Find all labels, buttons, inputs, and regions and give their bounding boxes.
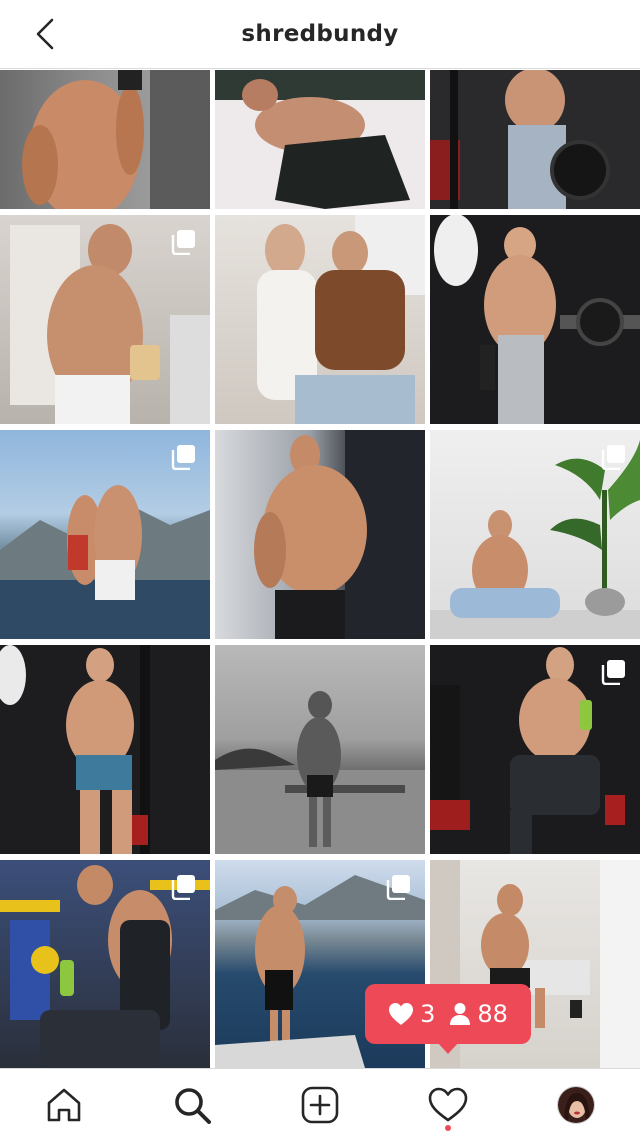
activity-heart-icon bbox=[428, 1087, 468, 1122]
person-icon bbox=[450, 1003, 471, 1025]
post-tile[interactable] bbox=[430, 215, 640, 424]
tab-home[interactable] bbox=[42, 1083, 86, 1127]
post-tile[interactable] bbox=[215, 430, 425, 639]
photo-mirror-selfie bbox=[22, 70, 210, 209]
post-tile[interactable] bbox=[215, 70, 425, 209]
photo-gym-shorts bbox=[0, 645, 150, 854]
post-tile[interactable] bbox=[215, 645, 425, 854]
likes-count: 3 bbox=[420, 1000, 436, 1028]
followers-count-group: 88 bbox=[449, 1000, 508, 1028]
activity-indicator-dot bbox=[445, 1125, 451, 1131]
chevron-left-icon bbox=[36, 18, 54, 50]
post-tile[interactable] bbox=[0, 215, 210, 424]
multiple-images-icon bbox=[171, 875, 195, 900]
tab-search[interactable] bbox=[170, 1083, 214, 1127]
post-tile[interactable] bbox=[430, 430, 640, 639]
multiple-images-icon bbox=[601, 660, 625, 685]
photo-locker-room bbox=[254, 430, 425, 639]
tab-activity[interactable] bbox=[426, 1083, 470, 1127]
top-bar: shredbundy bbox=[0, 0, 640, 69]
multiple-images-icon bbox=[386, 875, 410, 900]
post-tile[interactable] bbox=[0, 860, 210, 1068]
post-tile[interactable] bbox=[0, 430, 210, 639]
post-grid bbox=[0, 70, 640, 1068]
photo-lying-on-bed bbox=[215, 70, 425, 209]
activity-notification-bubble[interactable]: 3 88 bbox=[365, 984, 531, 1054]
tab-new-post[interactable] bbox=[298, 1083, 342, 1127]
avatar-image bbox=[558, 1087, 594, 1123]
back-button[interactable] bbox=[28, 16, 62, 52]
post-tile[interactable] bbox=[0, 645, 210, 854]
profile-avatar bbox=[557, 1086, 595, 1124]
page-title: shredbundy bbox=[241, 21, 399, 47]
bottom-tab-bar bbox=[0, 1068, 640, 1138]
multiple-images-icon bbox=[171, 445, 195, 470]
photo-gym-rack bbox=[430, 70, 610, 209]
photo-gym-flex bbox=[434, 215, 640, 424]
photo-couple-indoors bbox=[257, 215, 425, 424]
post-tile[interactable] bbox=[430, 645, 640, 854]
likes-count-group: 3 bbox=[388, 1000, 435, 1028]
post-tile[interactable] bbox=[0, 70, 210, 209]
heart-filled-icon bbox=[389, 1003, 414, 1025]
post-tile[interactable] bbox=[430, 70, 640, 209]
home-icon bbox=[47, 1088, 81, 1122]
tab-profile[interactable] bbox=[554, 1083, 598, 1127]
search-icon bbox=[175, 1088, 211, 1124]
photo-black-white-sea bbox=[215, 691, 425, 854]
multiple-images-icon bbox=[601, 445, 625, 470]
post-tile[interactable] bbox=[215, 215, 425, 424]
new-post-icon bbox=[301, 1086, 339, 1124]
multiple-images-icon bbox=[171, 230, 195, 255]
followers-count: 88 bbox=[477, 1000, 508, 1028]
